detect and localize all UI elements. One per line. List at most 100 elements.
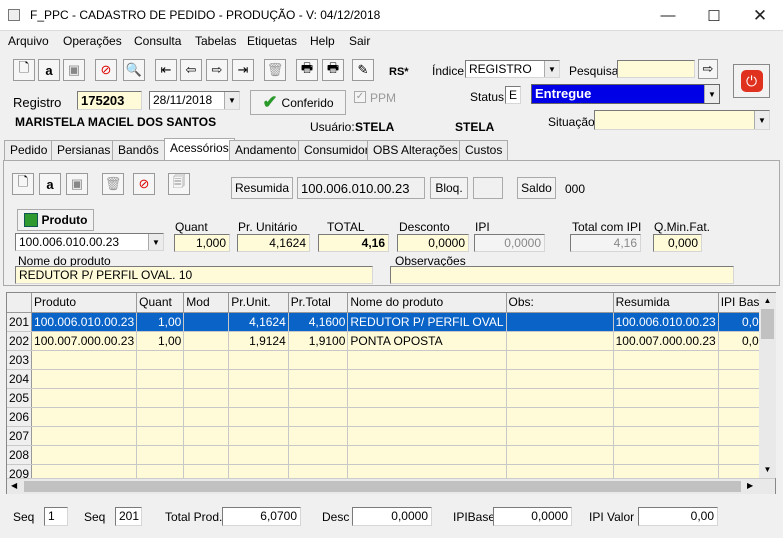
first-record-icon[interactable]: ⇤ [155, 59, 177, 81]
cell-pr-total[interactable]: 4,1600 [288, 312, 349, 332]
tab-andamento[interactable]: Andamento [229, 140, 303, 160]
delete-item-icon[interactable]: 🗑 [102, 173, 124, 195]
cancel-item-icon[interactable]: ⊘ [133, 173, 155, 195]
table-row[interactable]: 207 [7, 426, 775, 446]
ipi-input[interactable]: 0,0000 [474, 234, 545, 252]
minimize-button[interactable]: — [645, 0, 691, 31]
cell-mod[interactable] [183, 312, 230, 332]
produto-select[interactable]: 100.006.010.00.23 ▼ [15, 233, 164, 251]
table-row[interactable]: 204 [7, 369, 775, 389]
vertical-scrollbar[interactable]: ▲ ▼ [759, 293, 776, 478]
menu-etiquetas[interactable]: Etiquetas [247, 34, 297, 48]
nome-produto-input[interactable]: REDUTOR P/ PERFIL OVAL. 10 [15, 266, 373, 284]
tab-custos[interactable]: Custos [459, 140, 509, 160]
cell-quant[interactable]: 1,00 [136, 331, 185, 351]
bloq-button[interactable]: Bloq. [430, 177, 468, 199]
registro-input[interactable]: 175203 [77, 91, 142, 110]
cell-resumida[interactable]: 100.007.000.00.23 [613, 331, 719, 351]
saldo-button[interactable]: Saldo [517, 177, 556, 199]
pesquisa-go-icon[interactable]: ⇨ [698, 59, 718, 79]
conferido-button[interactable]: ✔ Conferido [250, 90, 346, 115]
resumida-button[interactable]: Resumida [231, 177, 293, 199]
indice-select[interactable]: REGISTRO ▼ [465, 60, 560, 78]
print-preview-icon[interactable]: 🖶 [322, 59, 344, 81]
table-row[interactable]: 206 [7, 407, 775, 427]
col-header-pr-unit[interactable]: Pr.Unit. [228, 293, 289, 313]
seq2-input[interactable]: 201 [115, 507, 142, 526]
menu-arquivo[interactable]: Arquivo [8, 34, 49, 48]
status-select[interactable]: Entregue ▼ [531, 84, 720, 104]
chevron-down-icon[interactable]: ▼ [754, 111, 769, 129]
sign-icon[interactable]: ✎ [352, 59, 374, 81]
cell-resumida[interactable]: 100.006.010.00.23 [613, 312, 719, 332]
save-icon[interactable]: ▣ [63, 59, 85, 81]
pesquisa-input[interactable] [617, 60, 695, 78]
exit-button[interactable]: ⏻ [733, 64, 770, 98]
scroll-up-icon[interactable]: ▲ [759, 293, 776, 309]
cell-pr-total[interactable]: 1,9100 [288, 331, 349, 351]
save-item-icon[interactable]: ▣ [66, 173, 88, 195]
ppm-checkbox[interactable]: ✓ [354, 91, 366, 103]
scroll-left-icon[interactable]: ◀ [11, 481, 17, 490]
edit-icon[interactable]: a [38, 59, 60, 81]
cell-quant[interactable]: 1,00 [136, 312, 185, 332]
table-row[interactable]: 205 [7, 388, 775, 408]
col-header-obs[interactable]: Obs: [506, 293, 614, 313]
new-item-icon[interactable]: 🗋 [12, 173, 34, 195]
situacao-select[interactable]: ▼ [594, 110, 770, 130]
quant-input[interactable]: 1,000 [174, 234, 230, 252]
desconto-input[interactable]: 0,0000 [397, 234, 469, 252]
chevron-down-icon[interactable]: ▼ [148, 234, 163, 250]
menu-sair[interactable]: Sair [349, 34, 370, 48]
menu-consulta[interactable]: Consulta [134, 34, 181, 48]
table-row[interactable]: 201 100.006.010.00.23 1,00 4,1624 4,1600… [7, 312, 775, 332]
col-header-nome[interactable]: Nome do produto [347, 293, 507, 313]
qmin-input[interactable]: 0,000 [653, 234, 702, 252]
cell-produto[interactable]: 100.006.010.00.23 [31, 312, 138, 332]
previous-record-icon[interactable]: ⇦ [180, 59, 202, 81]
cell-obs[interactable] [506, 331, 614, 351]
next-record-icon[interactable]: ⇨ [206, 59, 228, 81]
maximize-button[interactable]: ☐ [691, 0, 737, 31]
last-record-icon[interactable]: ⇥ [232, 59, 254, 81]
delete-icon[interactable]: 🗑 [264, 59, 286, 81]
col-header-pr-total[interactable]: Pr.Total [288, 293, 349, 313]
col-header-produto[interactable]: Produto [31, 293, 138, 313]
tab-persianas[interactable]: Persianas [51, 140, 117, 160]
search-icon[interactable]: 🔍 [123, 59, 145, 81]
cell-mod[interactable] [183, 331, 230, 351]
col-header-resumida[interactable]: Resumida [613, 293, 719, 313]
registro-date[interactable]: 28/11/2018 ▼ [149, 91, 240, 110]
col-header-quant[interactable]: Quant [136, 293, 185, 313]
cell-obs[interactable] [506, 312, 614, 332]
vertical-scroll-thumb[interactable] [761, 309, 774, 339]
tab-bandos[interactable]: Bandôs [112, 140, 165, 160]
table-row[interactable]: 202 100.007.000.00.23 1,00 1,9124 1,9100… [7, 331, 775, 351]
tab-obs-alteracoes[interactable]: OBS Alterações [367, 140, 464, 160]
copy-item-icon[interactable]: 🗐 [168, 173, 190, 195]
menu-operacoes[interactable]: Operações [63, 34, 122, 48]
tab-acessorios[interactable]: Acessórios [164, 138, 235, 161]
close-button[interactable]: ✕ [737, 0, 783, 31]
cell-nome[interactable]: REDUTOR P/ PERFIL OVAL [347, 312, 507, 332]
scroll-right-icon[interactable]: ▶ [747, 481, 753, 490]
edit-item-icon[interactable]: a [39, 173, 61, 195]
items-grid[interactable]: Produto Quant Mod Pr.Unit. Pr.Total Nome… [6, 292, 776, 494]
cancel-icon[interactable]: ⊘ [95, 59, 117, 81]
chevron-down-icon[interactable]: ▼ [704, 85, 719, 103]
new-document-icon[interactable]: 🗋 [13, 59, 35, 81]
pr-unit-input[interactable]: 4,1624 [237, 234, 310, 252]
cell-produto[interactable]: 100.007.000.00.23 [31, 331, 138, 351]
calendar-dropdown-icon[interactable]: ▼ [224, 92, 239, 109]
chevron-down-icon[interactable]: ▼ [544, 61, 559, 77]
cell-nome[interactable]: PONTA OPOSTA [347, 331, 507, 351]
col-header-mod[interactable]: Mod [183, 293, 230, 313]
menu-help[interactable]: Help [310, 34, 335, 48]
table-row[interactable]: 208 [7, 445, 775, 465]
scroll-down-icon[interactable]: ▼ [759, 462, 776, 478]
horizontal-scrollbar[interactable]: ◀ ▶ [7, 478, 775, 494]
print-icon[interactable]: 🖶 [296, 59, 318, 81]
horizontal-scroll-thumb[interactable] [24, 481, 741, 492]
seq-input[interactable]: 1 [44, 507, 68, 526]
cell-pr-unit[interactable]: 1,9124 [228, 331, 289, 351]
